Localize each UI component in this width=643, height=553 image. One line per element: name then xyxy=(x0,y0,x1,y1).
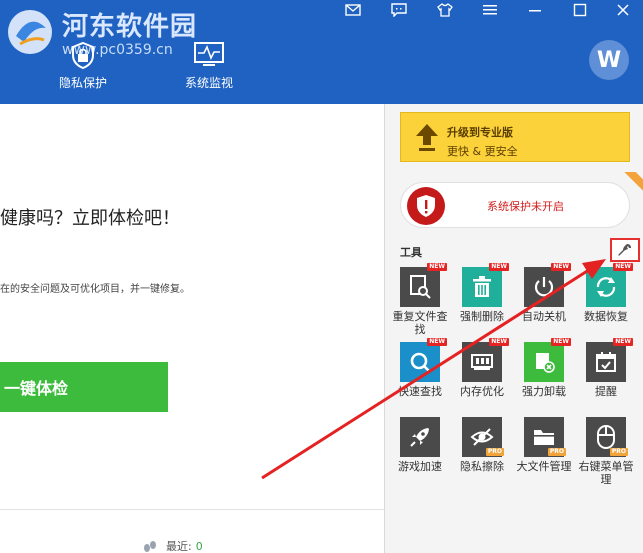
system-monitor-icon xyxy=(194,42,224,66)
tool-data-recovery[interactable]: NEW 数据恢复 xyxy=(576,263,636,342)
footer-stat-label: 最近: xyxy=(166,540,192,553)
tool-badge: NEW xyxy=(489,263,509,271)
trash-icon: NEW xyxy=(462,263,509,307)
privacy-erase-icon: PRO xyxy=(462,417,504,457)
mail-icon[interactable] xyxy=(338,0,368,20)
user-avatar[interactable]: W xyxy=(589,40,629,80)
tool-context-menu-manager[interactable]: PRO 右键菜单管理 xyxy=(576,417,636,492)
tool-label: 快速查找 xyxy=(398,385,442,398)
quick-search-icon: NEW xyxy=(400,338,447,382)
tool-label: 强制删除 xyxy=(460,310,504,323)
tools-section-title: 工具 xyxy=(400,246,422,259)
tool-label: 强力卸载 xyxy=(522,385,566,398)
large-file-icon: PRO xyxy=(524,417,566,457)
checkup-headline: 健康吗？立即体检吧！ xyxy=(0,208,180,229)
mouse-icon: PRO xyxy=(586,417,628,457)
footprint-icon xyxy=(144,541,156,552)
uninstall-icon: NEW xyxy=(524,338,571,382)
memory-icon: NEW xyxy=(462,338,509,382)
tool-force-delete[interactable]: NEW 强制删除 xyxy=(452,263,512,342)
tool-badge: NEW xyxy=(427,338,447,346)
menu-icon[interactable] xyxy=(475,0,505,20)
one-click-checkup-button[interactable]: 一键体检 xyxy=(0,362,168,412)
main-panel: 健康吗？立即体检吧！ 在的安全问题及可优化项目，并一键修复。 一键体检 最近: … xyxy=(0,104,384,553)
upgrade-arrow-icon xyxy=(416,124,438,151)
tool-badge: NEW xyxy=(489,338,509,346)
main-divider xyxy=(0,509,384,510)
protection-status-label: 系统保护未开启 xyxy=(487,200,564,213)
system-protection-toggle[interactable]: 系统保护未开启 xyxy=(400,182,630,228)
tool-game-boost[interactable]: 游戏加速 xyxy=(390,417,450,492)
power-icon: NEW xyxy=(524,263,571,307)
maximize-icon[interactable] xyxy=(565,0,595,20)
watermark-title: 河东软件园 xyxy=(62,12,198,42)
tool-auto-shutdown[interactable]: NEW 自动关机 xyxy=(514,263,574,342)
tool-duplicate-file-finder[interactable]: NEW 重复文件查找 xyxy=(390,263,450,342)
tool-badge: NEW xyxy=(613,263,633,271)
tool-reminder[interactable]: NEW 提醒 xyxy=(576,338,636,417)
upgrade-title: 升级到专业版 xyxy=(447,126,513,139)
upgrade-pro-banner[interactable]: 升级到专业版 更快 & 更安全 xyxy=(400,112,630,162)
feedback-icon[interactable] xyxy=(384,0,414,20)
footer-stat: 最近: 0 xyxy=(142,538,203,553)
tool-label: 隐私擦除 xyxy=(460,460,504,473)
footer-stat-value: 0 xyxy=(195,539,203,553)
duplicate-file-icon: NEW xyxy=(400,263,447,307)
tool-badge: NEW xyxy=(551,338,571,346)
nav-system-monitor[interactable]: 系统监视 xyxy=(174,40,244,102)
tool-label: 内存优化 xyxy=(460,385,504,398)
tool-force-uninstall[interactable]: NEW 强力卸载 xyxy=(514,338,574,417)
nav-privacy-protection[interactable]: 隐私保护 xyxy=(48,40,118,102)
tool-label: 提醒 xyxy=(595,385,617,398)
wrench-settings-icon[interactable] xyxy=(610,238,640,262)
reminder-icon: NEW xyxy=(586,338,633,382)
privacy-lock-icon xyxy=(72,41,94,70)
upgrade-subtitle: 更快 & 更安全 xyxy=(447,145,518,158)
nav-privacy-label: 隐私保护 xyxy=(58,76,107,90)
tool-badge: NEW xyxy=(427,263,447,271)
tool-label: 重复文件查找 xyxy=(392,310,448,336)
app-header: 河东软件园 www.pc0359.cn 隐私保护 系统监视 W xyxy=(0,0,643,104)
tool-quick-search[interactable]: NEW 快速查找 xyxy=(390,338,450,417)
tool-label: 游戏加速 xyxy=(398,460,442,473)
tool-label: 右键菜单管理 xyxy=(578,460,634,486)
skin-shirt-icon[interactable] xyxy=(430,0,460,20)
close-icon[interactable] xyxy=(608,0,638,20)
tool-badge: PRO xyxy=(609,448,628,456)
tool-label: 自动关机 xyxy=(522,310,566,323)
tool-large-file-manager[interactable]: PRO 大文件管理 xyxy=(514,417,574,492)
tool-privacy-erase[interactable]: PRO 隐私擦除 xyxy=(452,417,512,492)
tool-badge: PRO xyxy=(547,448,566,456)
nav-system-monitor-label: 系统监视 xyxy=(184,76,233,90)
tool-badge: PRO xyxy=(485,448,504,456)
tool-badge: NEW xyxy=(551,263,571,271)
tool-memory-optimize[interactable]: NEW 内存优化 xyxy=(452,338,512,417)
right-sidebar: 升级到专业版 更快 & 更安全 系统保护未开启 工具 NEW 重复文件查找 NE… xyxy=(385,104,643,553)
pro-corner-ribbon xyxy=(623,172,643,192)
alert-shield-icon xyxy=(407,187,445,225)
recover-icon: NEW xyxy=(586,263,633,307)
minimize-icon[interactable] xyxy=(520,0,550,20)
rocket-icon xyxy=(400,417,440,457)
checkup-description: 在的安全问题及可优化项目，并一键修复。 xyxy=(0,284,190,295)
tool-badge: NEW xyxy=(613,338,633,346)
tool-label: 大文件管理 xyxy=(516,460,572,473)
tool-label: 数据恢复 xyxy=(584,310,628,323)
